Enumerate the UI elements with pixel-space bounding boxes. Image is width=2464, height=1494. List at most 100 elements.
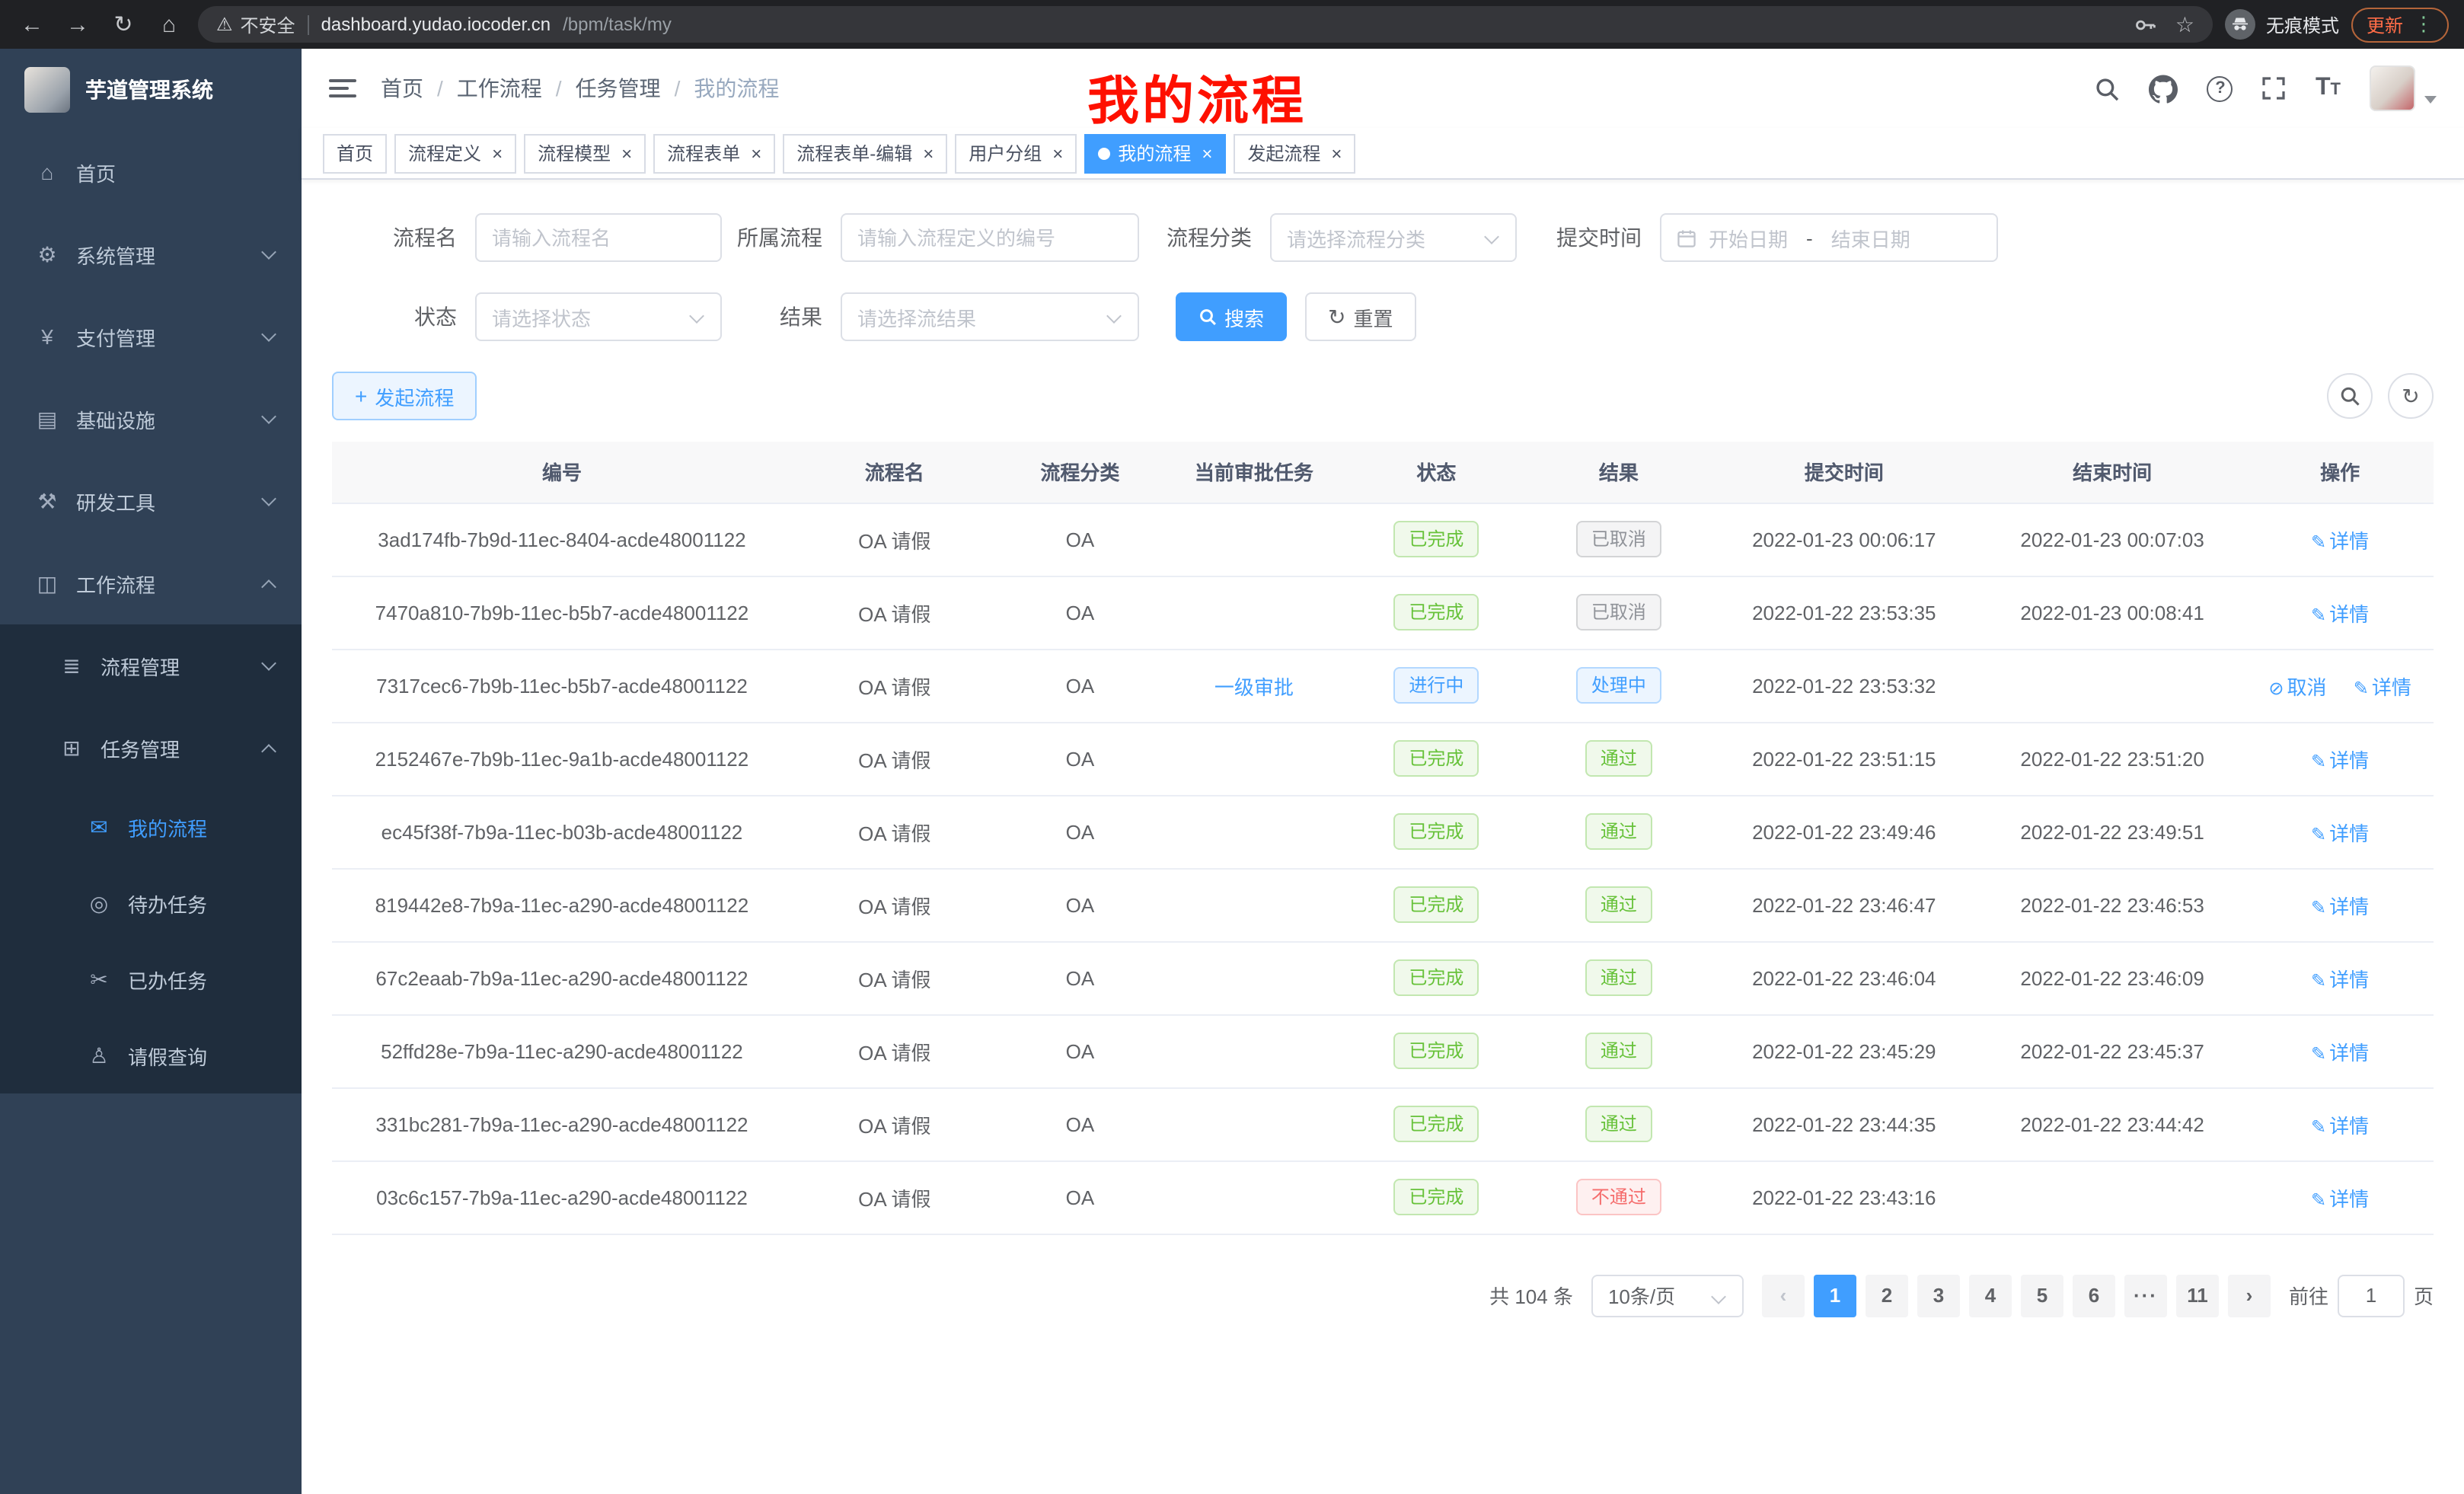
result-tag: 通过 (1585, 1106, 1652, 1142)
close-icon[interactable]: × (1331, 144, 1342, 162)
tab[interactable]: 流程表单-编辑 × (783, 133, 947, 173)
total-count: 共 104 条 (1489, 1281, 1573, 1310)
current-task-link[interactable]: 一级审批 (1214, 675, 1294, 698)
toggle-search-button[interactable] (2327, 373, 2373, 419)
cell-end-time: 2022-01-22 23:46:09 (1978, 941, 2246, 1014)
sidebar-item[interactable]: ✉ 我的流程 (0, 789, 302, 865)
refresh-table-button[interactable]: ↻ (2388, 373, 2434, 419)
detail-action[interactable]: ✎详情 (2311, 1114, 2369, 1137)
user-menu[interactable] (2370, 65, 2437, 111)
detail-icon: ✎ (2311, 1189, 2326, 1210)
page-button[interactable]: 4 (1969, 1274, 2012, 1317)
page-button[interactable]: 5 (2021, 1274, 2063, 1317)
sidebar-item[interactable]: ⌂ 首页 (0, 131, 302, 213)
detail-action[interactable]: ✎详情 (2354, 675, 2411, 698)
tab[interactable]: 首页 × (323, 133, 387, 173)
browser-menu-icon[interactable]: ⋮ (2414, 12, 2434, 37)
close-icon[interactable]: × (1202, 144, 1212, 162)
search-icon[interactable] (2095, 75, 2121, 101)
page-button[interactable]: 3 (1917, 1274, 1960, 1317)
tab[interactable]: 发起流程 × (1234, 133, 1355, 173)
page-button[interactable]: ··· (2124, 1274, 2167, 1317)
breadcrumb-item[interactable]: 工作流程 / (457, 73, 576, 104)
sidebar-item[interactable]: ♙ 请假查询 (0, 1017, 302, 1093)
detail-action[interactable]: ✎详情 (2311, 602, 2369, 625)
sidebar-item[interactable]: ¥ 支付管理 (0, 295, 302, 378)
sidebar-item[interactable]: ≣ 流程管理 (0, 624, 302, 707)
browser-update-button[interactable]: 更新 ⋮ (2351, 7, 2449, 42)
page-button[interactable]: 6 (2073, 1274, 2115, 1317)
sidebar-item[interactable]: ▤ 基础设施 (0, 378, 302, 460)
reload-button[interactable]: ↻ (107, 13, 140, 36)
github-icon[interactable] (2150, 74, 2178, 103)
submit-time-range-picker[interactable]: 开始日期 - 结束日期 (1660, 213, 1998, 262)
reset-button[interactable]: ↻ 重置 (1305, 292, 1416, 341)
tags-view-bar: 首页 × 流程定义 × 流程模型 × (302, 128, 2464, 180)
prev-page-button[interactable]: ‹ (1762, 1274, 1805, 1317)
detail-icon: ✎ (2311, 969, 2326, 991)
detail-action[interactable]: ✎详情 (2311, 1041, 2369, 1064)
breadcrumb-item[interactable]: 我的流程 / (694, 73, 779, 104)
forward-button[interactable]: → (61, 13, 94, 36)
breadcrumb-item[interactable]: 任务管理 / (576, 73, 694, 104)
sidebar-item[interactable]: ◎ 待办任务 (0, 865, 302, 941)
chevron-icon (261, 655, 276, 670)
page-button[interactable]: 11 (2176, 1274, 2219, 1317)
process-name-field (475, 213, 722, 262)
detail-action[interactable]: ✎详情 (2311, 749, 2369, 771)
bookmark-star-icon[interactable]: ☆ (2175, 11, 2194, 37)
help-icon[interactable]: ? (2207, 75, 2233, 101)
browser-window: ← → ↻ ⌂ ⚠ 不安全 dashboard.yudao.iocoder.cn… (0, 0, 2464, 1494)
breadcrumb-separator: / (556, 76, 562, 101)
close-icon[interactable]: × (751, 144, 761, 162)
cell-submit-time: 2022-01-22 23:51:15 (1710, 722, 1978, 795)
breadcrumb-item[interactable]: 首页 / (381, 73, 457, 104)
detail-action[interactable]: ✎详情 (2311, 529, 2369, 552)
sidebar-item[interactable]: ⚒ 研发工具 (0, 460, 302, 542)
table-header-row: 编号 流程名 流程分类 当前审批任务 状态 结果 (332, 442, 2434, 503)
address-bar[interactable]: ⚠ 不安全 dashboard.yudao.iocoder.cn/bpm/tas… (198, 6, 2213, 43)
close-icon[interactable]: × (621, 144, 632, 162)
tab[interactable]: 流程定义 × (394, 133, 516, 173)
goto-page-input[interactable] (2338, 1274, 2405, 1317)
cell-end-time (1978, 1160, 2246, 1234)
sidebar-item[interactable]: ◫ 工作流程 (0, 542, 302, 624)
sidebar-item[interactable]: ⊞ 任务管理 (0, 707, 302, 789)
detail-action[interactable]: ✎详情 (2311, 895, 2369, 918)
category-select[interactable]: 请选择流程分类 (1270, 213, 1517, 262)
back-button[interactable]: ← (15, 13, 49, 36)
tab[interactable]: 流程模型 × (524, 133, 646, 173)
close-icon[interactable]: × (923, 144, 934, 162)
page-button[interactable]: 1 (1814, 1274, 1856, 1317)
next-page-button[interactable]: › (2228, 1274, 2271, 1317)
menu-label: 待办任务 (128, 889, 207, 918)
detail-action[interactable]: ✎详情 (2311, 822, 2369, 844)
close-icon[interactable]: × (492, 144, 503, 162)
sidebar-toggle[interactable] (329, 79, 356, 97)
status-tag: 已完成 (1393, 1106, 1479, 1142)
sidebar-item[interactable]: ⚙ 系统管理 (0, 213, 302, 295)
parent-process-input[interactable] (857, 226, 1122, 249)
result-select[interactable]: 请选择流结果 (841, 292, 1139, 341)
tab[interactable]: 用户分组 × (955, 133, 1077, 173)
page-size-select[interactable]: 10条/页 (1591, 1274, 1744, 1317)
key-icon[interactable] (2134, 13, 2157, 36)
security-chip[interactable]: ⚠ 不安全 (216, 11, 295, 37)
detail-action[interactable]: ✎详情 (2311, 1187, 2369, 1210)
tab[interactable]: 流程表单 × (653, 133, 775, 173)
home-button[interactable]: ⌂ (152, 13, 186, 36)
close-icon[interactable]: × (1052, 144, 1063, 162)
sidebar-item[interactable]: ✂ 已办任务 (0, 941, 302, 1017)
search-button[interactable]: 搜索 (1176, 292, 1287, 341)
font-size-icon[interactable]: TT (2316, 75, 2341, 102)
status-select[interactable]: 请选择状态 (475, 292, 722, 341)
cancel-action[interactable]: ⊘取消 (2268, 675, 2326, 698)
detail-action[interactable]: ✎详情 (2311, 968, 2369, 991)
tab[interactable]: 我的流程 × (1084, 133, 1226, 173)
fullscreen-icon[interactable] (2262, 76, 2287, 101)
create-process-button[interactable]: + 发起流程 (332, 372, 477, 420)
page-button[interactable]: 2 (1866, 1274, 1908, 1317)
process-name-input[interactable] (492, 226, 705, 249)
cell-actions: ⊘取消 ✎详情 (2246, 722, 2434, 795)
cell-id: 7317cec6-7b9b-11ec-b5b7-acde48001122 (332, 649, 792, 722)
